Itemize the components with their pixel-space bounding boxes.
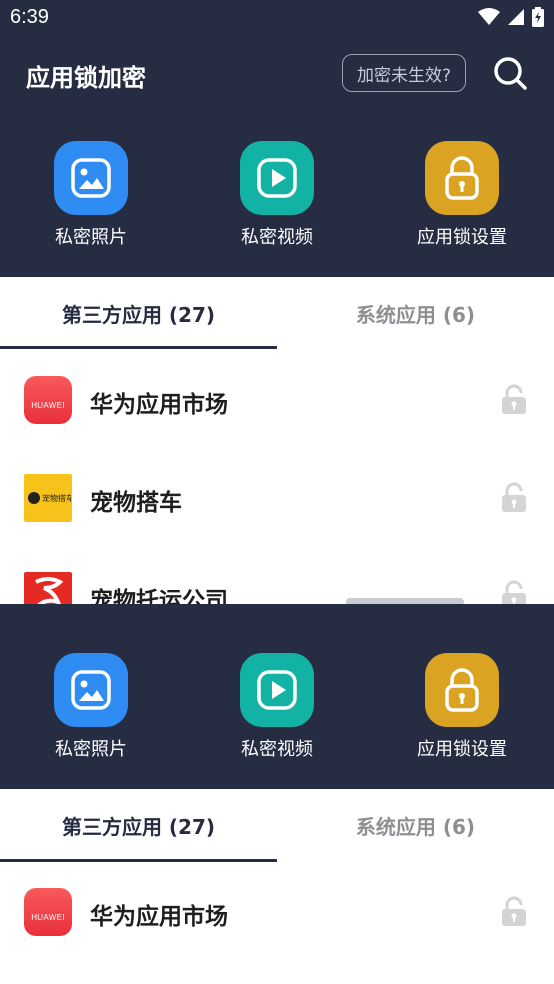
feature-private-photos[interactable]: 私密照片 [6,653,176,761]
feature-private-videos[interactable]: 私密视频 [192,141,362,249]
tab-active-indicator [0,859,277,862]
app-name: 宠物托运公司 [90,588,228,604]
feature-label: 应用锁设置 [417,227,507,248]
huawei-appgallery-icon: HUAWEI [24,376,72,424]
app-name: 华为应用市场 [90,904,228,930]
feature-private-photos[interactable]: 私密照片 [6,141,176,249]
app-tabs-lower: 第三方应用 (27) 系统应用 (6) [0,789,554,862]
video-play-icon [240,141,314,215]
tab-system-apps[interactable]: 系统应用 (6) [277,789,554,861]
status-time: 6:39 [10,6,49,28]
list-item[interactable]: HUAWEI 华为应用市场 [0,351,554,449]
battery-icon [532,7,544,27]
feature-label: 应用锁设置 [417,739,507,760]
tab-third-party-apps[interactable]: 第三方应用 (27) [0,277,277,349]
status-icons [478,7,544,27]
video-play-icon [240,653,314,727]
feature-app-lock-settings[interactable]: 应用锁设置 [377,653,547,761]
feature-label: 私密照片 [55,227,127,248]
feature-label: 私密照片 [55,739,127,760]
encryption-help-button[interactable]: 加密未生效? [342,54,466,92]
unlocked-padlock-icon[interactable] [500,482,528,512]
app-tabs: 第三方应用 (27) 系统应用 (6) [0,277,554,349]
unlocked-padlock-icon[interactable] [500,896,528,926]
tab-system-apps[interactable]: 系统应用 (6) [277,277,554,349]
pet-ride-app-icon: 宠物搭车 [24,474,72,522]
feature-label: 私密视频 [241,739,313,760]
feature-app-lock-settings[interactable]: 应用锁设置 [377,141,547,249]
wifi-icon [478,8,500,25]
svg-text:宠物搭车: 宠物搭车 [42,493,71,503]
list-item[interactable]: 宠物托运公司 [0,547,554,604]
header-panel: 6:39 应用锁加密 加密未生效? 私密照片 私密视频 应用锁设置 [0,0,554,277]
app-name: 华为应用市场 [90,392,228,418]
search-icon[interactable] [492,55,528,91]
padlock-icon [425,141,499,215]
pet-shipping-app-icon [24,572,72,604]
feature-private-videos[interactable]: 私密视频 [192,653,362,761]
list-item[interactable]: 宠物搭车 宠物搭车 [0,449,554,547]
feature-label: 私密视频 [241,227,313,248]
photo-icon [54,653,128,727]
signal-icon [508,9,524,25]
list-item[interactable]: HUAWEI 华为应用市场 [0,863,554,961]
app-name: 宠物搭车 [90,490,182,516]
status-bar: 6:39 [0,0,554,38]
huawei-appgallery-icon: HUAWEI [24,888,72,936]
tab-third-party-apps[interactable]: 第三方应用 (27) [0,789,277,861]
clipped-row-area: 宠物托运公司 [0,540,554,604]
unlocked-padlock-icon[interactable] [500,580,528,604]
padlock-icon [425,653,499,727]
photo-icon [54,141,128,215]
tab-active-indicator [0,346,277,349]
page-title: 应用锁加密 [26,64,146,92]
unlocked-padlock-icon[interactable] [500,384,528,414]
header-panel-lower: 私密照片 私密视频 应用锁设置 [0,604,554,789]
